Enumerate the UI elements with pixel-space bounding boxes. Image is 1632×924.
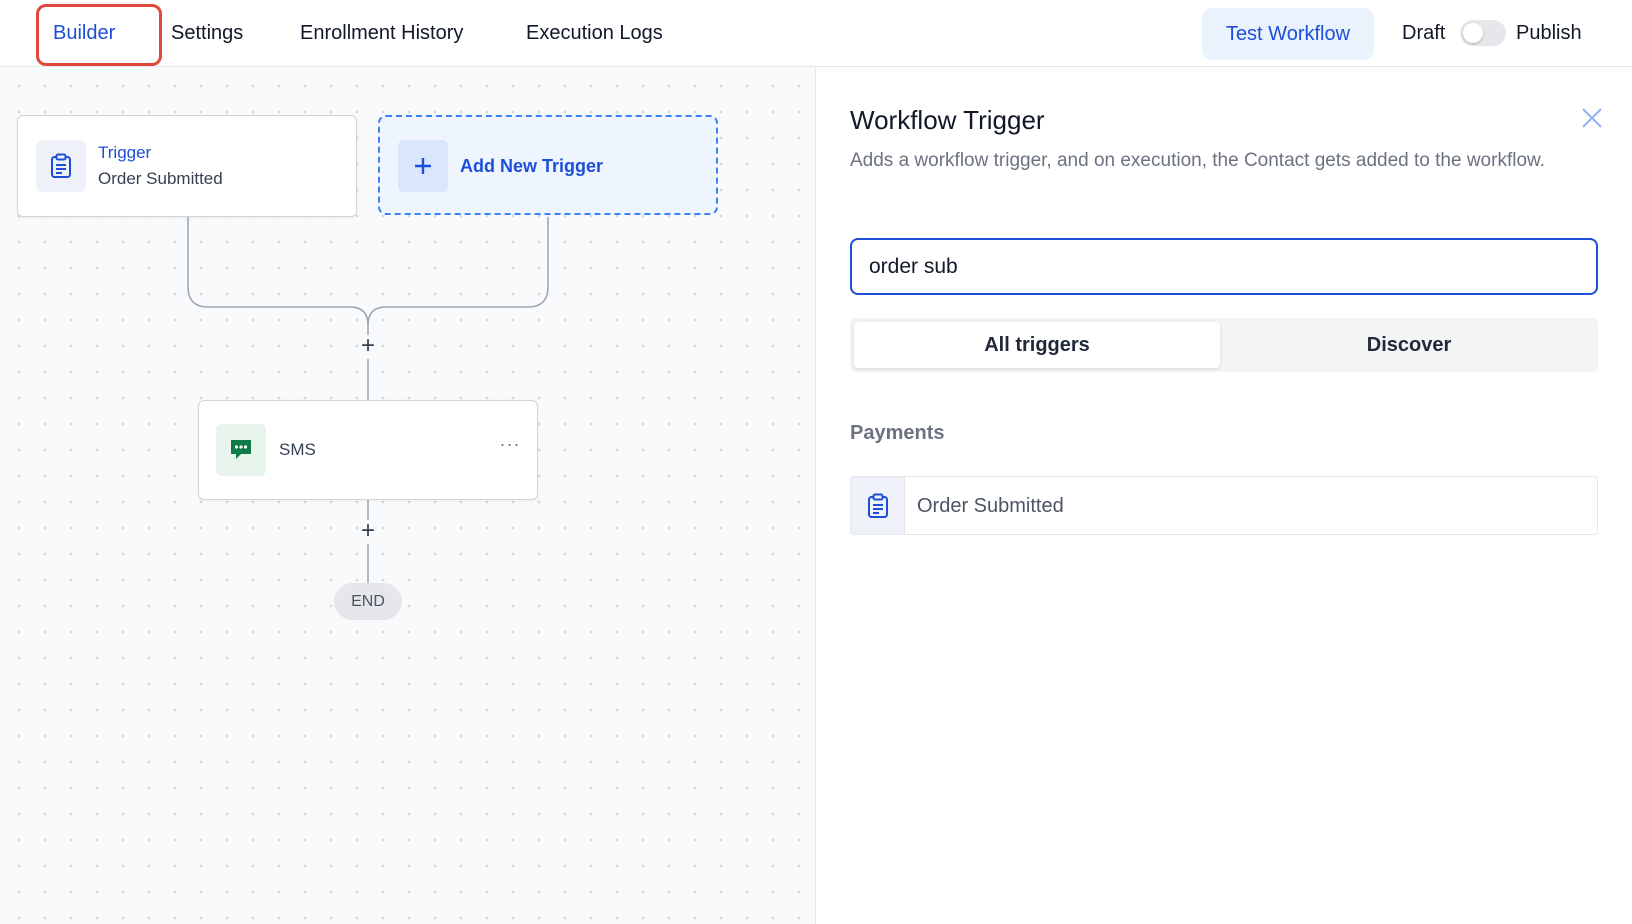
close-icon[interactable] (1579, 105, 1605, 131)
more-options-icon[interactable]: ··· (497, 435, 523, 457)
clipboard-icon (36, 140, 86, 192)
add-step-button[interactable]: + (356, 519, 380, 544)
publish-toggle[interactable] (1460, 20, 1506, 46)
add-new-trigger-label: Add New Trigger (460, 156, 604, 176)
trigger-node-title: Trigger (98, 143, 152, 162)
trigger-node-subtitle: Order Submitted (98, 169, 223, 188)
panel-description: Adds a workflow trigger, and on executio… (850, 150, 1545, 171)
test-workflow-button[interactable]: Test Workflow (1202, 8, 1374, 60)
tab-execution-logs[interactable]: Execution Logs (526, 0, 663, 67)
tab-all-triggers[interactable]: All triggers (854, 322, 1220, 368)
trigger-side-panel: Workflow Trigger Adds a workflow trigger… (815, 67, 1632, 924)
trigger-option-label: Order Submitted (917, 495, 1064, 517)
chat-icon (216, 424, 266, 476)
end-marker: END (334, 583, 402, 620)
clipboard-icon (851, 477, 905, 534)
tab-enrollment-history[interactable]: Enrollment History (300, 0, 463, 67)
tab-settings[interactable]: Settings (171, 0, 243, 67)
trigger-node[interactable]: Trigger Order Submitted (17, 115, 357, 217)
publish-label: Publish (1516, 22, 1582, 44)
trigger-branch-line (187, 217, 369, 326)
section-heading-payments: Payments (850, 422, 945, 444)
add-step-button[interactable]: + (356, 334, 380, 359)
trigger-tabs: All triggers Discover (850, 318, 1598, 372)
draft-label: Draft (1402, 22, 1446, 44)
tab-discover[interactable]: Discover (1224, 322, 1594, 368)
toggle-knob (1463, 23, 1483, 43)
trigger-search-input[interactable] (850, 238, 1598, 295)
top-nav: Builder Settings Enrollment History Exec… (0, 0, 1632, 67)
plus-icon (398, 140, 448, 192)
tab-builder[interactable]: Builder (53, 0, 115, 67)
sms-action-node[interactable]: SMS ··· (198, 400, 538, 500)
add-trigger-branch-line (367, 217, 549, 326)
add-new-trigger-button[interactable]: Add New Trigger (378, 115, 718, 215)
trigger-option-order-submitted[interactable]: Order Submitted (850, 476, 1598, 535)
panel-title: Workflow Trigger (850, 105, 1045, 135)
workflow-canvas[interactable]: Trigger Order Submitted Add New Trigger … (0, 67, 815, 924)
sms-node-label: SMS (279, 440, 316, 459)
